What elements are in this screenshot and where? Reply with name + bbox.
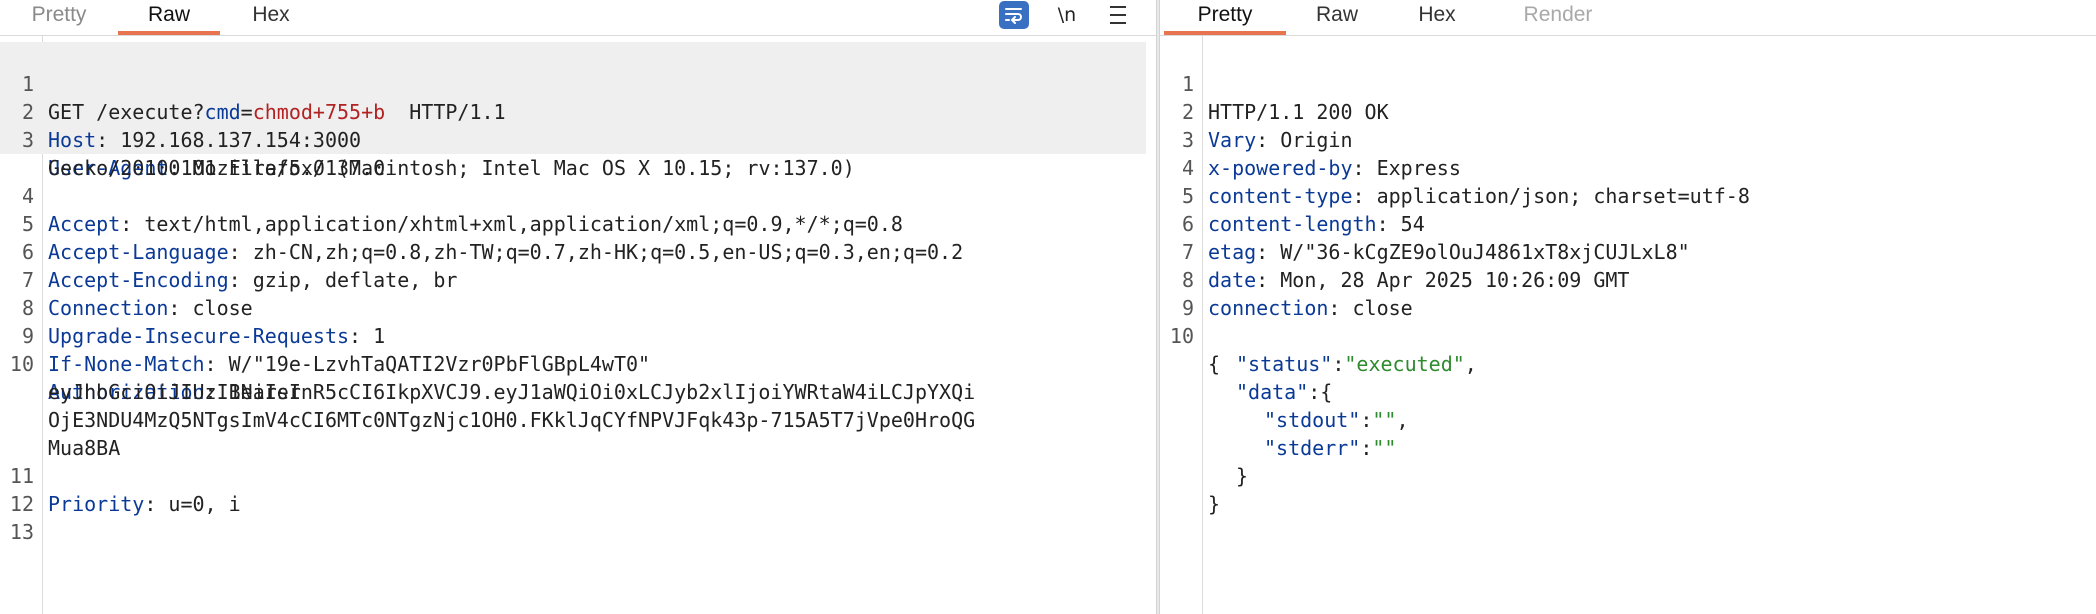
response-tab-pretty[interactable]: Pretty	[1164, 0, 1286, 35]
request-tabbar: Pretty Raw Hex \n	[0, 0, 1156, 36]
response-tabbar: Pretty Raw Hex Render	[1160, 0, 2096, 36]
request-tab-hex[interactable]: Hex	[220, 0, 322, 35]
wrap-lines-icon	[1005, 8, 1022, 24]
response-tab-raw[interactable]: Raw	[1286, 0, 1388, 35]
response-tab-hex[interactable]: Hex	[1386, 0, 1488, 35]
request-editor[interactable]: 1 GET /execute?cmd=chmod+755+b HTTP/1.1 …	[0, 36, 1156, 614]
response-tab-render[interactable]: Render	[1498, 0, 1618, 35]
http-message-viewer: Pretty Raw Hex \n 1 GET /execute?cmd=chm…	[0, 0, 2096, 614]
wrap-lines-button[interactable]	[999, 1, 1029, 29]
request-empty-line: 13	[9, 520, 34, 544]
request-pane: Pretty Raw Hex \n 1 GET /execute?cmd=chm…	[0, 0, 1156, 614]
response-editor[interactable]: 1 HTTP/1.1 200 OK 2 Vary: Origin 3 x-pow…	[1160, 36, 2096, 614]
json-body-close: }	[1208, 492, 1221, 516]
response-pane: Pretty Raw Hex Render 1 HTTP/1.1 200 OK …	[1160, 0, 2096, 614]
request-tab-pretty[interactable]: Pretty	[8, 0, 110, 35]
request-tab-raw[interactable]: Raw	[118, 0, 220, 35]
menu-icon[interactable]	[1108, 1, 1128, 29]
show-newlines-button[interactable]: \n	[1054, 1, 1080, 29]
